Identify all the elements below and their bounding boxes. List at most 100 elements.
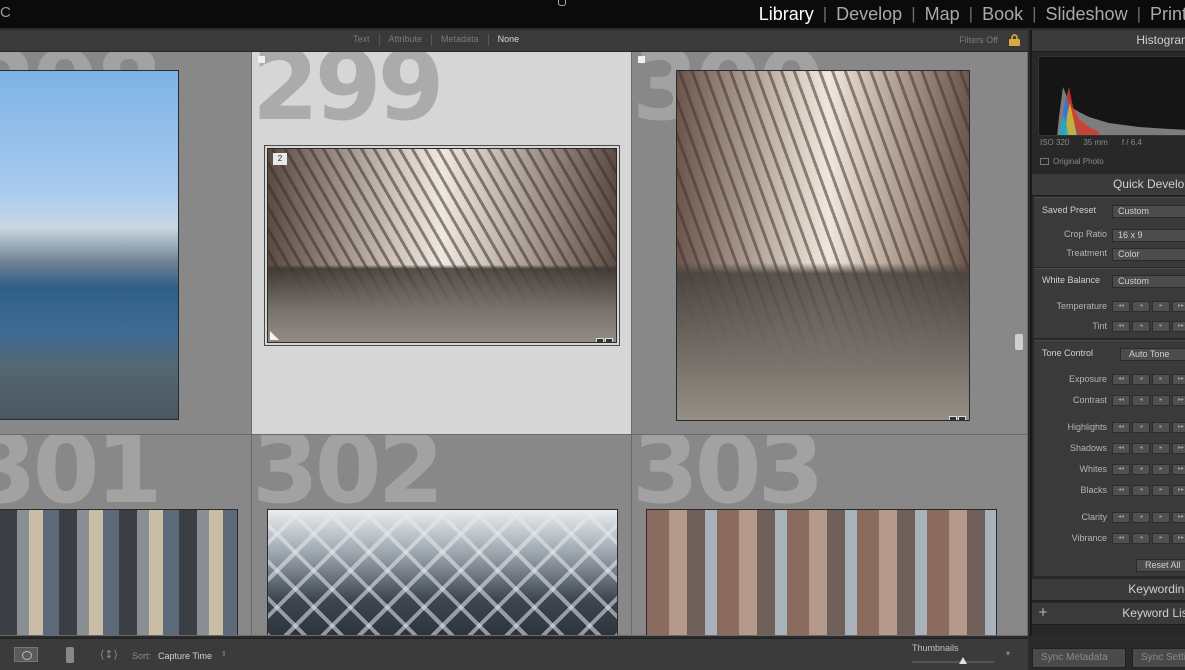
cell-index-number: 303 xyxy=(632,435,824,525)
iso-value: ISO 320 xyxy=(1040,138,1070,147)
white-balance-label: White Balance xyxy=(1042,275,1101,285)
painter-icon[interactable] xyxy=(66,647,74,663)
tone-control-section: Tone Control Auto Tone Exposure ◂◂ ◂ ▸ ▸▸ C… xyxy=(1034,340,1185,576)
original-photo-label: Original Photo xyxy=(1053,157,1104,166)
temperature-stepper[interactable]: ◂◂ ◂ ▸ ▸▸ xyxy=(1112,301,1185,313)
aperture-value: f / 6.4 xyxy=(1121,138,1142,147)
clarity-label: Clarity xyxy=(1081,512,1107,522)
filter-tabs: Text Attribute Metadata None xyxy=(344,34,528,46)
stack-count-badge[interactable]: 2 xyxy=(273,153,287,165)
grid-cell[interactable]: 302 xyxy=(252,435,632,636)
identity-plate-fragment: C xyxy=(0,4,11,21)
add-keyword-plus-icon[interactable]: + xyxy=(1038,605,1048,619)
histogram-info: ISO 320 35 mm f / 6.4 xyxy=(1040,138,1185,147)
module-book[interactable]: Book xyxy=(982,4,1023,25)
keywording-panel-header[interactable]: Keywording xyxy=(1032,579,1185,601)
sort-select[interactable]: Capture Time xyxy=(158,651,212,661)
exposure-stepper[interactable]: ◂◂ ◂ ▸ ▸▸ xyxy=(1112,374,1185,386)
temperature-label: Temperature xyxy=(1056,301,1107,311)
white-balance-section: White Balance Custom Temperature ◂◂ ◂ ▸ ▸▸ … xyxy=(1034,268,1185,338)
vibrance-stepper[interactable]: ◂◂ ◂ ▸ ▸▸ xyxy=(1112,533,1185,545)
grid-cell[interactable]: 303 xyxy=(632,435,1028,636)
tone-control-label: Tone Control xyxy=(1042,348,1094,358)
thumbnail-size-slider-handle[interactable] xyxy=(958,657,967,664)
library-filter-bar: Text Attribute Metadata None Filters Off xyxy=(0,30,1028,52)
crop-ratio-select[interactable]: 16 x 9 xyxy=(1112,229,1185,242)
cell-index-number: 301 xyxy=(0,435,162,525)
grid-cell-selected[interactable]: 299 2 xyxy=(252,52,632,435)
module-print[interactable]: Print xyxy=(1150,4,1185,25)
treatment-select[interactable]: Color xyxy=(1112,248,1185,261)
lock-icon[interactable] xyxy=(1009,34,1020,46)
tint-label: Tint xyxy=(1092,321,1107,331)
white-balance-select[interactable]: Custom xyxy=(1112,275,1185,288)
grid-scrollbar[interactable] xyxy=(1015,334,1023,350)
contrast-stepper[interactable]: ◂◂ ◂ ▸ ▸▸ xyxy=(1112,395,1185,407)
keyword-list-panel-header[interactable]: + Keyword List xyxy=(1032,603,1185,625)
photo-thumbnail[interactable]: 2 xyxy=(267,148,617,343)
quick-develop-title: Quick Develop xyxy=(1112,177,1185,191)
original-photo-checkbox[interactable] xyxy=(1040,158,1049,165)
grid-cell[interactable]: 301 xyxy=(0,435,252,636)
photo-thumbnail[interactable] xyxy=(646,509,997,635)
histogram-title: Histogram xyxy=(1136,33,1185,47)
module-slideshow[interactable]: Slideshow xyxy=(1046,4,1128,25)
grid-cell[interactable]: 298 xyxy=(0,52,252,435)
module-develop[interactable]: Develop xyxy=(836,4,902,25)
histogram-graph xyxy=(1038,56,1185,136)
grid-cell[interactable]: 300 xyxy=(632,52,1028,435)
sync-bar: Sync Metadata Sync Settings xyxy=(1030,638,1185,670)
tint-stepper[interactable]: ◂◂ ◂ ▸ ▸▸ xyxy=(1112,321,1185,333)
filter-text-tab[interactable]: Text xyxy=(344,34,379,46)
filter-none-tab[interactable]: None xyxy=(489,34,529,46)
filters-off-dropdown[interactable]: Filters Off xyxy=(959,35,998,45)
crop-ratio-label: Crop Ratio xyxy=(1063,229,1107,239)
auto-tone-button[interactable]: Auto Tone xyxy=(1120,348,1185,361)
histogram-panel-header[interactable]: Histogram xyxy=(1032,30,1185,52)
exposure-label: Exposure xyxy=(1068,374,1107,384)
saved-preset-select[interactable]: Custom xyxy=(1112,205,1185,218)
original-photo-toggle[interactable]: Original Photo xyxy=(1040,157,1104,166)
cell-index-number: 302 xyxy=(252,435,444,525)
contrast-label: Contrast xyxy=(1072,395,1107,405)
treatment-label: Treatment xyxy=(1066,248,1107,258)
pick-flag-icon[interactable] xyxy=(258,56,265,63)
photo-thumbnail[interactable] xyxy=(267,509,618,635)
photo-thumbnail[interactable] xyxy=(0,509,238,635)
thumbnail-size-slider[interactable] xyxy=(912,661,994,663)
shadows-stepper[interactable]: ◂◂ ◂ ▸ ▸▸ xyxy=(1112,443,1185,455)
blacks-stepper[interactable]: ◂◂ ◂ ▸ ▸▸ xyxy=(1112,485,1185,497)
pick-flag-icon[interactable] xyxy=(638,56,645,63)
saved-preset-section: Saved Preset Custom Crop Ratio 16 x 9 Tr… xyxy=(1034,197,1185,267)
metadata-badge-icon[interactable] xyxy=(948,409,966,420)
bottom-toolbar: ⟨↕⟩ Sort: Capture Time ⇕ Thumbnails ▾ xyxy=(0,638,1028,670)
cell-index-number: 299 xyxy=(252,52,444,142)
filter-attribute-tab[interactable]: Attribute xyxy=(380,34,432,46)
loupe-view-icon[interactable] xyxy=(14,647,38,662)
sync-settings-button[interactable]: Sync Settings xyxy=(1132,648,1185,668)
quick-develop-panel-header[interactable]: Quick Develop xyxy=(1032,174,1185,196)
clarity-stepper[interactable]: ◂◂ ◂ ▸ ▸▸ xyxy=(1112,512,1185,524)
metadata-badge-icon[interactable] xyxy=(595,331,613,342)
reset-all-button[interactable]: Reset All xyxy=(1136,559,1185,572)
sort-select-arrows-icon[interactable]: ⇕ xyxy=(221,650,227,658)
sort-direction-icon[interactable]: ⟨↕⟩ xyxy=(100,648,118,661)
photo-thumbnail[interactable] xyxy=(676,70,970,421)
toolbar-menu-chevron-icon[interactable]: ▾ xyxy=(1006,649,1010,658)
filter-metadata-tab[interactable]: Metadata xyxy=(432,34,488,46)
mouse-cursor-icon xyxy=(558,0,566,6)
module-map[interactable]: Map xyxy=(925,4,960,25)
module-picker: Library | Develop | Map | Book | Slidesh… xyxy=(758,3,1185,25)
module-library[interactable]: Library xyxy=(759,4,814,25)
keyword-list-title: Keyword List xyxy=(1122,606,1185,620)
right-panel: Histogram ISO 320 35 mm f / 6.4 Original… xyxy=(1030,30,1185,636)
photo-thumbnail[interactable] xyxy=(0,70,179,420)
whites-stepper[interactable]: ◂◂ ◂ ▸ ▸▸ xyxy=(1112,464,1185,476)
lightroom-library-window: C Library | Develop | Map | Book | Slide… xyxy=(0,0,1185,670)
saved-preset-label: Saved Preset xyxy=(1042,205,1097,215)
focal-length-value: 35 mm xyxy=(1083,138,1108,147)
thumbnails-label: Thumbnails xyxy=(912,643,959,653)
highlights-stepper[interactable]: ◂◂ ◂ ▸ ▸▸ xyxy=(1112,422,1185,434)
sync-metadata-button[interactable]: Sync Metadata xyxy=(1032,648,1126,668)
module-picker-bar: C Library | Develop | Map | Book | Slide… xyxy=(0,0,1185,28)
